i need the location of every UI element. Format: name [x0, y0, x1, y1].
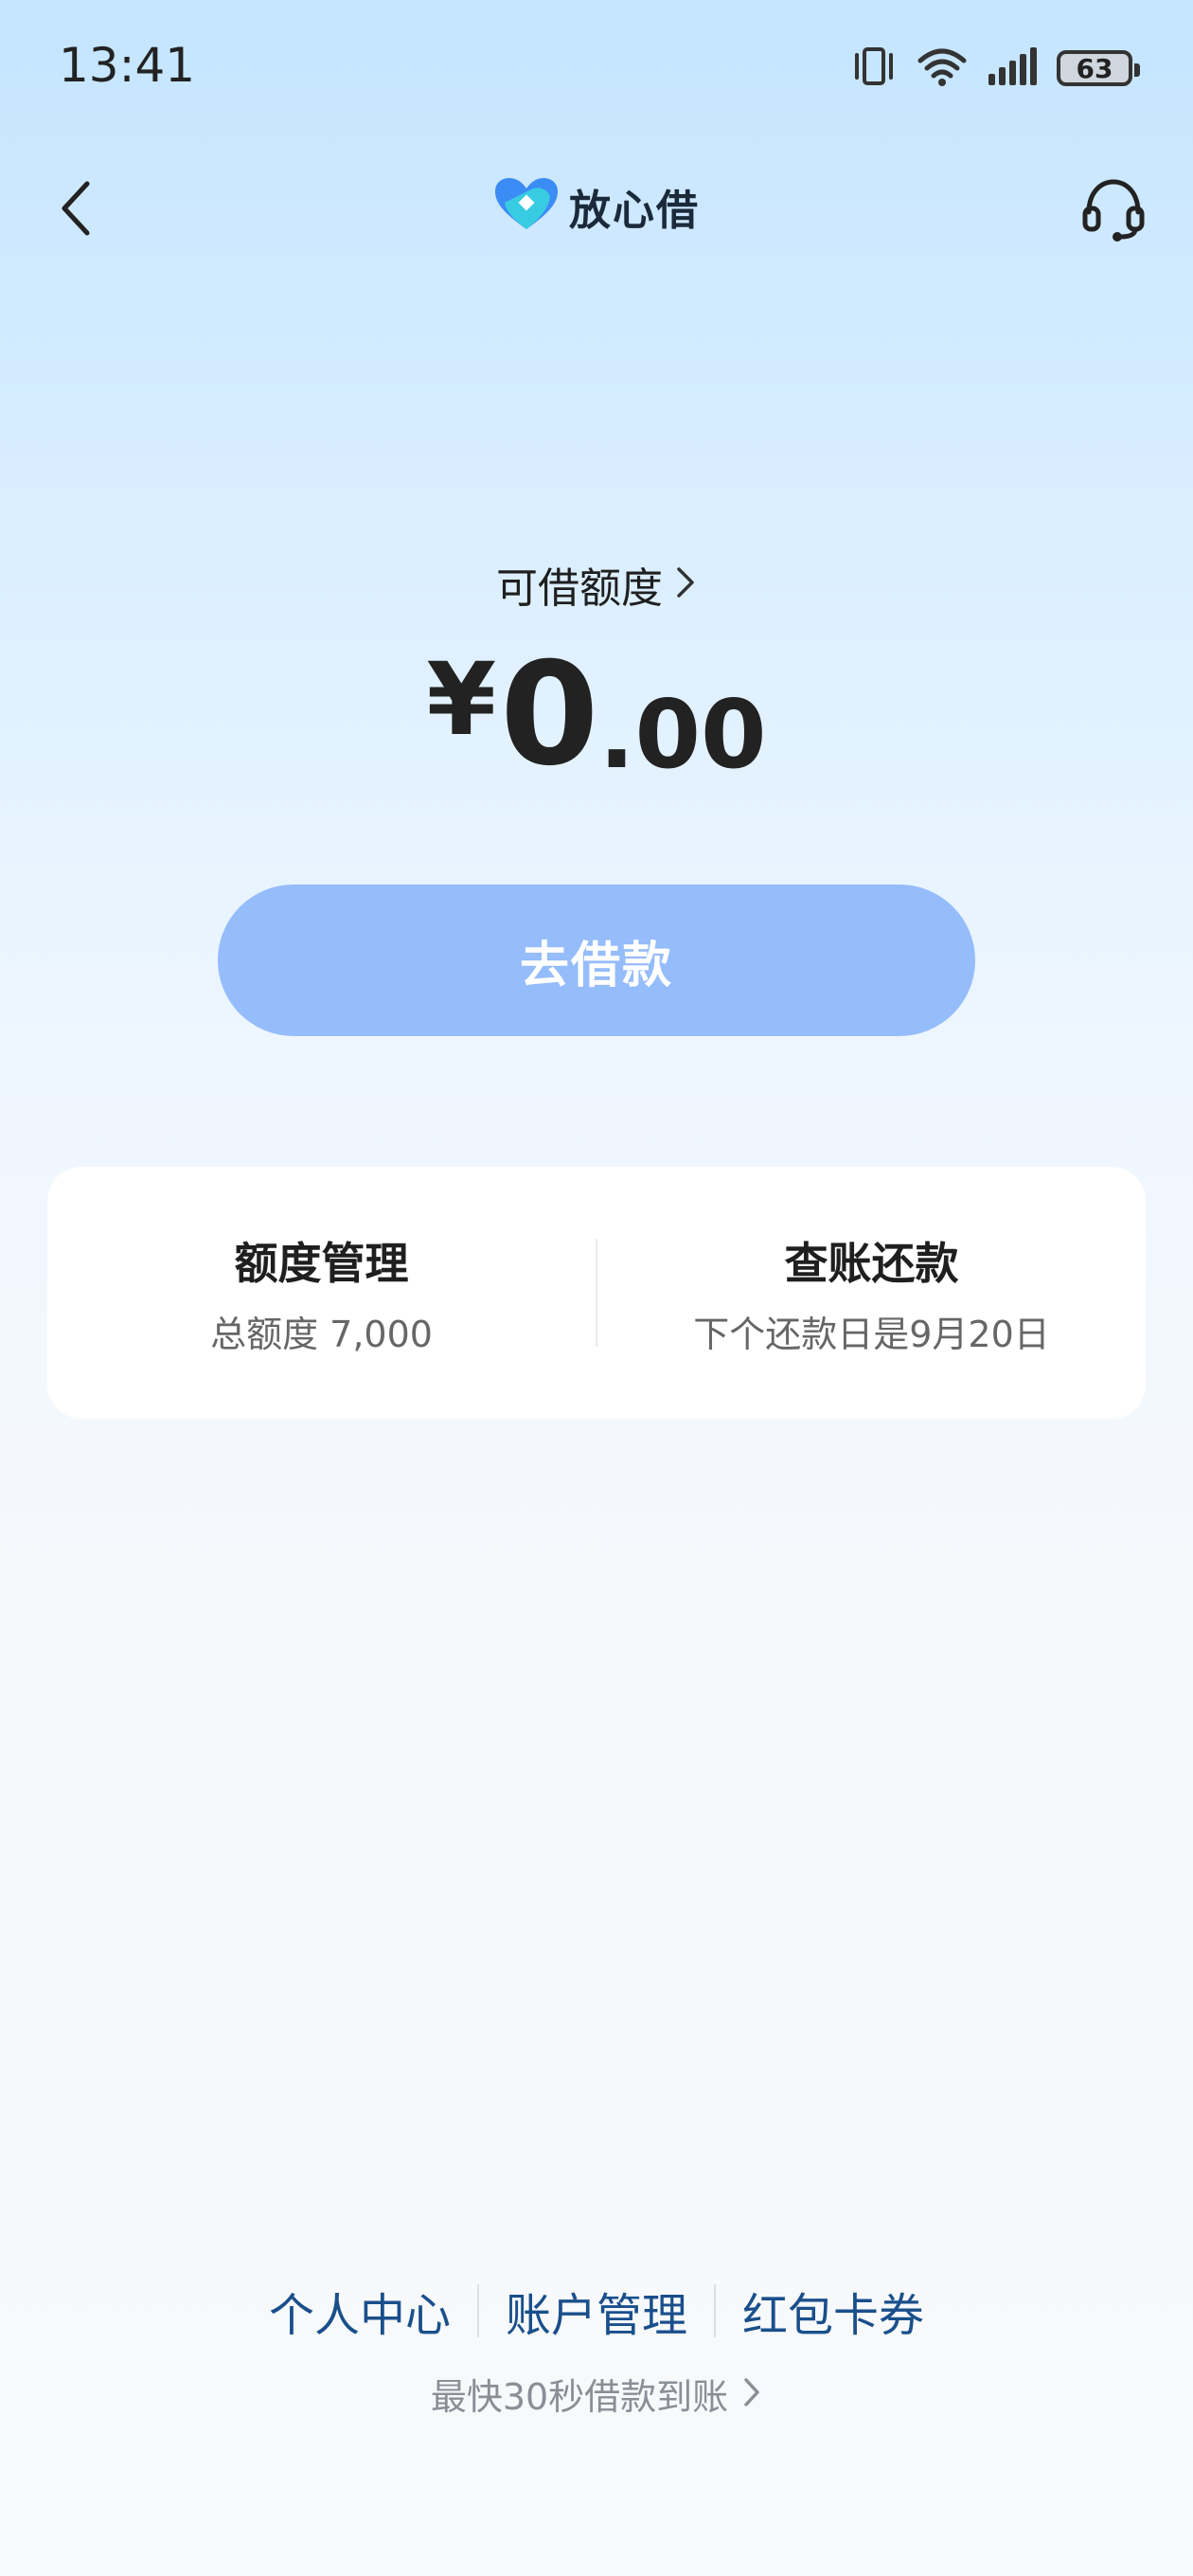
amount-currency: ¥ [426, 641, 497, 758]
brand-logo-icon [493, 176, 560, 237]
credit-management-item[interactable]: 额度管理 总额度 7,000 [47, 1167, 596, 1419]
status-icons: 63 [850, 40, 1140, 97]
credit-label-link[interactable]: 可借额度 [0, 554, 1193, 615]
bottom-tip[interactable]: 最快30秒借款到账 [0, 2368, 1193, 2420]
total-credit-text: 总额度 7,000 [210, 1313, 433, 1355]
status-bar: 13:41 63 [0, 0, 1193, 133]
customer-service-button[interactable] [1072, 167, 1155, 250]
borrow-button[interactable]: 去借款 [218, 885, 975, 1036]
account-management-link[interactable]: 账户管理 [479, 2278, 714, 2344]
credit-management-title: 额度管理 [234, 1237, 409, 1289]
amount-integer: 0 [500, 633, 599, 797]
amount-decimal: .00 [598, 679, 767, 790]
signal-icon [987, 45, 1038, 91]
coupons-link[interactable]: 红包卡券 [716, 2278, 951, 2344]
credit-amount: ¥ 0 .00 [0, 644, 1193, 786]
header: 放心借 [0, 161, 1193, 256]
bottom-tip-text: 最快30秒借款到账 [430, 2376, 729, 2418]
wifi-icon [917, 45, 968, 91]
bills-repayment-title: 查账还款 [784, 1237, 959, 1289]
personal-center-link[interactable]: 个人中心 [242, 2278, 477, 2344]
battery-icon: 63 [1057, 50, 1140, 86]
bills-repayment-item[interactable]: 查账还款 下个还款日是9月20日 [597, 1167, 1146, 1419]
borrow-button-label: 去借款 [519, 937, 673, 994]
brand-name: 放心借 [569, 187, 700, 235]
brand: 放心借 [0, 176, 1193, 237]
credit-label: 可借额度 [496, 564, 663, 613]
bottom-links: 个人中心 账户管理 红包卡券 [0, 2278, 1193, 2344]
headset-icon [1082, 179, 1145, 242]
vibrate-icon [850, 45, 898, 91]
next-repayment-text: 下个还款日是9月20日 [693, 1313, 1050, 1355]
battery-level: 63 [1076, 52, 1113, 84]
status-time: 13:41 [59, 38, 196, 93]
chevron-right-icon [674, 564, 697, 604]
chevron-right-icon [741, 2375, 762, 2413]
account-card: 额度管理 总额度 7,000 查账还款 下个还款日是9月20日 [47, 1167, 1146, 1419]
